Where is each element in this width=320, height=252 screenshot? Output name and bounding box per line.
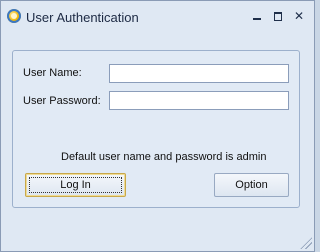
resize-grip[interactable] <box>300 237 312 249</box>
username-label: User Name: <box>23 67 82 79</box>
login-button[interactable]: Log In <box>25 173 126 197</box>
app-icon <box>7 9 21 23</box>
maximize-button[interactable] <box>272 10 284 22</box>
minimize-button[interactable] <box>251 10 263 22</box>
username-field[interactable] <box>109 64 289 83</box>
close-button[interactable]: ✕ <box>293 10 305 22</box>
focus-indicator <box>29 177 122 193</box>
option-button[interactable]: Option <box>214 173 289 197</box>
window-title: User Authentication <box>26 10 139 25</box>
default-credentials-note: Default user name and password is admin <box>61 151 267 163</box>
password-label: User Password: <box>23 95 101 107</box>
password-field[interactable] <box>109 91 289 110</box>
minimize-icon <box>253 18 261 20</box>
option-button-label: Option <box>235 179 268 191</box>
title-bar[interactable]: User Authentication ✕ <box>1 1 314 31</box>
close-icon: ✕ <box>293 9 305 23</box>
authentication-window: User Authentication ✕ User Name: User Pa… <box>0 0 315 252</box>
maximize-icon <box>274 12 282 21</box>
